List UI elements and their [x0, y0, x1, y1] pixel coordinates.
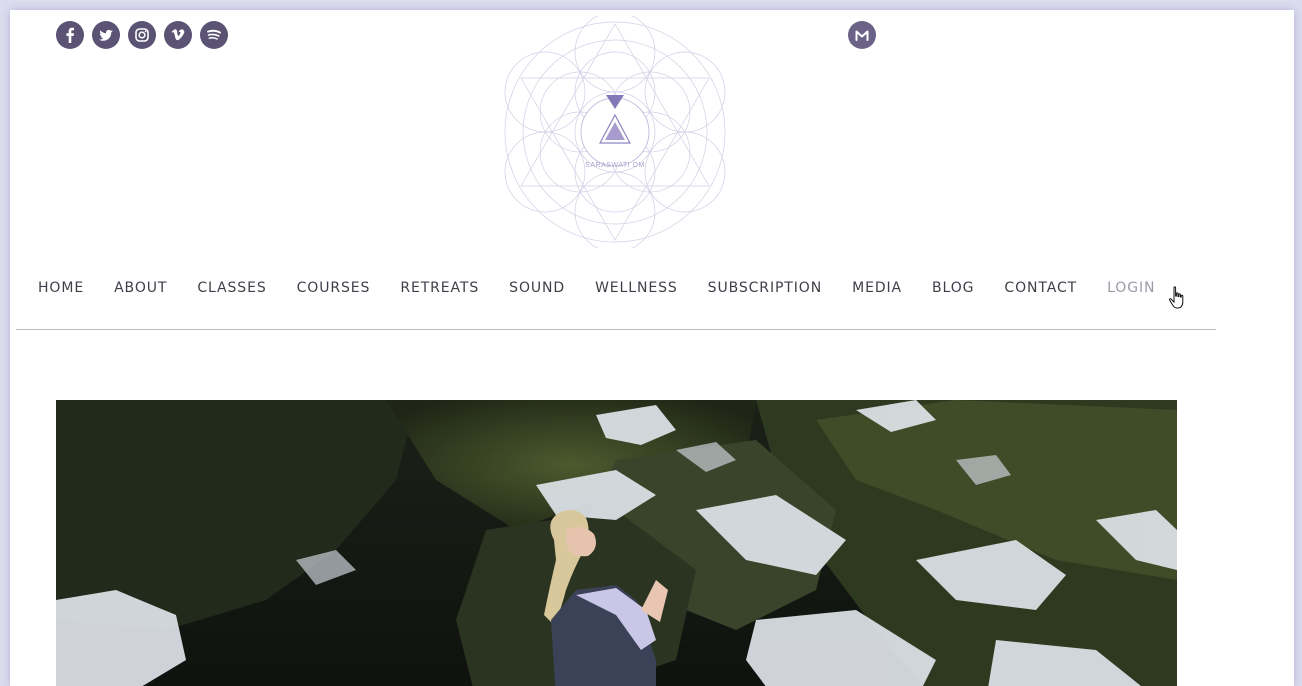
- nav-divider: [16, 329, 1216, 330]
- nav-retreats[interactable]: RETREATS: [400, 278, 479, 298]
- social-links: [56, 21, 228, 49]
- nav-sound[interactable]: SOUND: [509, 278, 565, 298]
- nav-about[interactable]: ABOUT: [114, 278, 167, 298]
- nav-wellness[interactable]: WELLNESS: [595, 278, 678, 298]
- nav-subscription[interactable]: SUBSCRIPTION: [708, 278, 822, 298]
- nav-classes[interactable]: CLASSES: [197, 278, 266, 298]
- nav-courses[interactable]: COURSES: [297, 278, 371, 298]
- hero-image: [56, 400, 1177, 686]
- hand-cursor-icon: [1168, 286, 1184, 309]
- vimeo-icon[interactable]: [164, 21, 192, 49]
- main-nav: HOME ABOUT CLASSES COURSES RETREATS SOUN…: [38, 278, 1155, 298]
- page-frame: SARASWATI OM HOME ABOUT CLASSES COURSES …: [10, 10, 1294, 686]
- nav-contact[interactable]: CONTACT: [1004, 278, 1077, 298]
- instagram-icon[interactable]: [128, 21, 156, 49]
- nav-blog[interactable]: BLOG: [932, 278, 974, 298]
- nav-login[interactable]: LOGIN: [1107, 278, 1155, 298]
- spotify-icon[interactable]: [200, 21, 228, 49]
- logo-text: SARASWATI OM: [585, 162, 645, 169]
- twitter-icon[interactable]: [92, 21, 120, 49]
- nav-media[interactable]: MEDIA: [852, 278, 902, 298]
- facebook-icon[interactable]: [56, 21, 84, 49]
- logo[interactable]: SARASWATI OM: [485, 11, 745, 253]
- nav-home[interactable]: HOME: [38, 278, 84, 298]
- mail-icon[interactable]: [848, 21, 876, 49]
- logo-mandala: [504, 11, 726, 253]
